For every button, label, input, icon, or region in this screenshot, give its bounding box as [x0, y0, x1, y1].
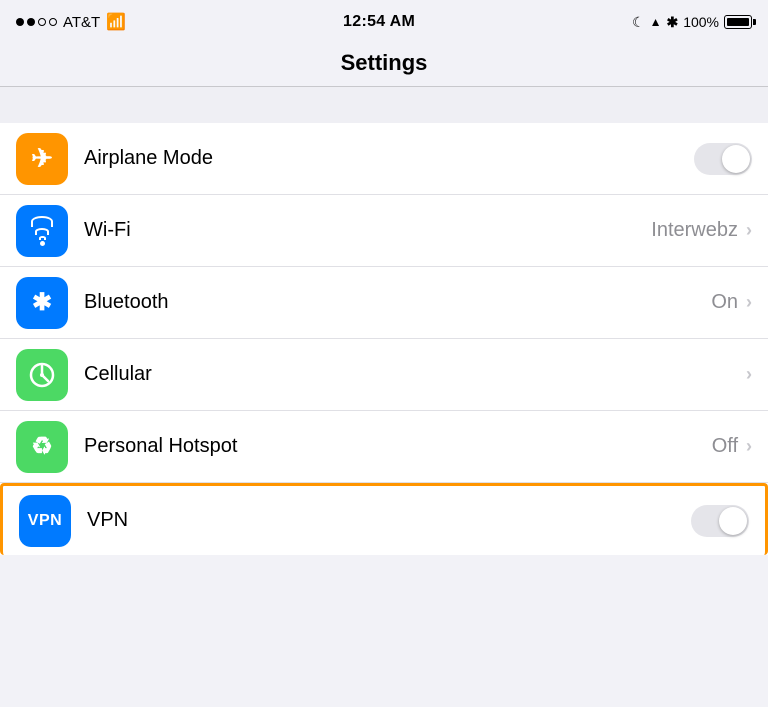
airplane-mode-icon-bg: ✈ — [16, 133, 68, 185]
status-left: AT&T 📶 — [16, 12, 126, 32]
signal-dots — [16, 18, 57, 26]
status-bar: AT&T 📶 12:54 AM ☾ ▲ ✱ 100% — [0, 0, 768, 44]
battery-fill — [727, 18, 749, 26]
bluetooth-chevron: › — [746, 292, 752, 313]
status-right: ☾ ▲ ✱ 100% — [632, 14, 752, 31]
settings-item-airplane-mode[interactable]: ✈ Airplane Mode — [0, 123, 768, 195]
battery-indicator — [724, 15, 752, 29]
wifi-icon-bg — [16, 205, 68, 257]
location-icon: ▲ — [650, 15, 662, 29]
hotspot-icon: ♻ — [31, 432, 53, 461]
bluetooth-status-icon: ✱ — [666, 14, 678, 31]
bluetooth-label: Bluetooth — [84, 291, 711, 314]
settings-item-bluetooth[interactable]: ✱ Bluetooth On › — [0, 267, 768, 339]
carrier-label: AT&T — [63, 14, 100, 31]
bluetooth-icon: ✱ — [32, 288, 52, 317]
bluetooth-icon-bg: ✱ — [16, 277, 68, 329]
hotspot-label: Personal Hotspot — [84, 435, 712, 458]
airplane-mode-label: Airplane Mode — [84, 147, 694, 170]
hotspot-value: Off — [712, 435, 738, 458]
moon-icon: ☾ — [632, 14, 645, 31]
settings-item-hotspot[interactable]: ♻ Personal Hotspot Off › — [0, 411, 768, 483]
nav-bar: Settings — [0, 44, 768, 87]
airplane-icon: ✈ — [31, 143, 53, 174]
hotspot-icon-bg: ♻ — [16, 421, 68, 473]
wifi-status-icon: 📶 — [106, 12, 126, 32]
wifi-label: Wi-Fi — [84, 219, 651, 242]
page-title: Settings — [341, 50, 428, 75]
settings-list: ✈ Airplane Mode Wi-Fi Interwebz › ✱ Blue… — [0, 123, 768, 555]
battery-percentage: 100% — [683, 14, 719, 30]
airplane-mode-toggle[interactable] — [694, 143, 752, 175]
signal-dot-1 — [16, 18, 24, 26]
vpn-icon: VPN — [28, 512, 62, 530]
wifi-icon — [31, 216, 53, 246]
hotspot-chevron: › — [746, 436, 752, 457]
toggle-thumb — [722, 145, 750, 173]
wifi-chevron: › — [746, 220, 752, 241]
vpn-icon-bg: VPN — [19, 495, 71, 547]
signal-dot-2 — [27, 18, 35, 26]
section-separator — [0, 87, 768, 123]
settings-item-vpn[interactable]: VPN VPN — [0, 483, 768, 555]
status-time: 12:54 AM — [343, 13, 415, 31]
wifi-value: Interwebz — [651, 219, 738, 242]
signal-dot-4 — [49, 18, 57, 26]
cellular-icon-bg — [16, 349, 68, 401]
cellular-icon — [28, 361, 56, 389]
vpn-toggle[interactable] — [691, 505, 749, 537]
vpn-label: VPN — [87, 509, 691, 532]
settings-item-wifi[interactable]: Wi-Fi Interwebz › — [0, 195, 768, 267]
cellular-chevron: › — [746, 364, 752, 385]
cellular-label: Cellular — [84, 363, 746, 386]
settings-item-cellular[interactable]: Cellular › — [0, 339, 768, 411]
signal-dot-3 — [38, 18, 46, 26]
vpn-toggle-thumb — [719, 507, 747, 535]
bluetooth-value: On — [711, 291, 738, 314]
